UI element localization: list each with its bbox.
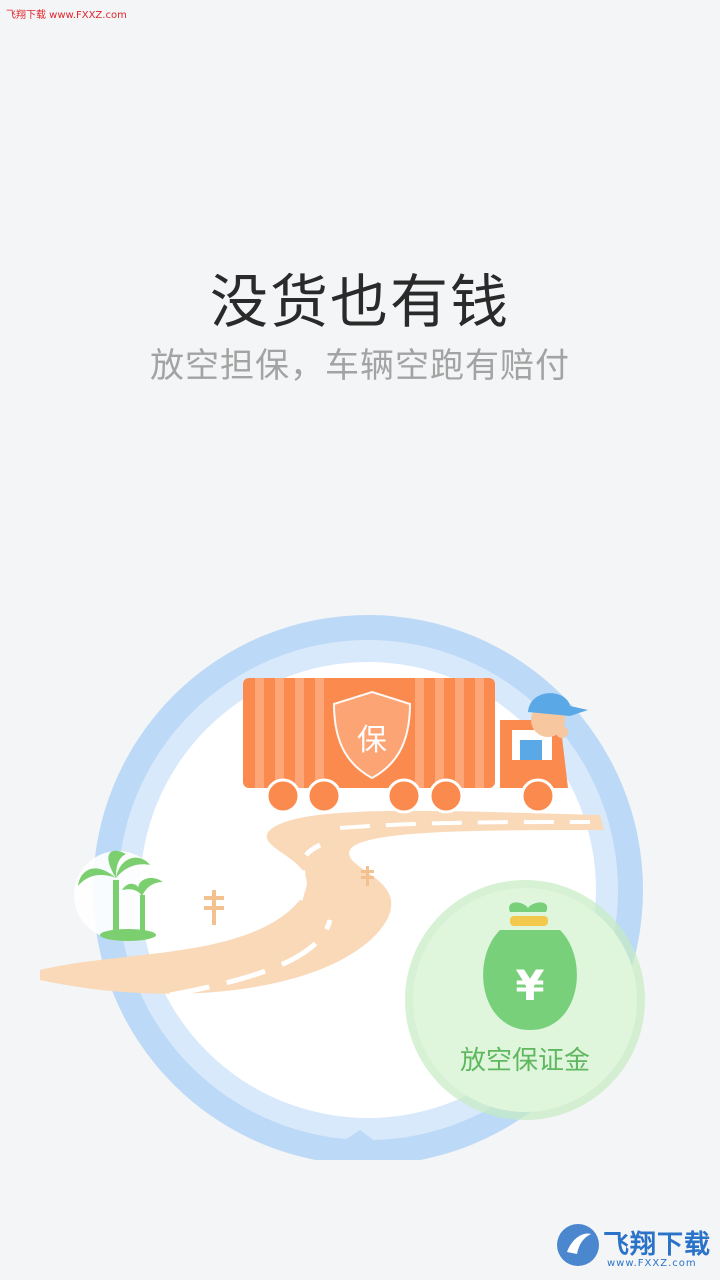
deposit-label: 放空保证金 [459, 1046, 590, 1076]
top-watermark: 飞翔下载 www.FXXZ.com [6, 10, 127, 21]
deposit-badge: ¥ [405, 880, 645, 1120]
shield-badge-text: 保 [357, 723, 387, 758]
page-title: 没货也有钱 [209, 268, 510, 336]
brand-url: www.FXXZ.com [607, 1258, 697, 1269]
bottom-watermark: 飞翔下载 www.FXXZ.com [555, 1222, 715, 1274]
page-subtitle: 放空担保，车辆空跑有赔付 [150, 346, 570, 386]
brand-name: 飞翔下载 [603, 1230, 712, 1260]
brand-logo-icon [557, 1224, 599, 1266]
truck-illustration: 保 [243, 678, 588, 814]
svg-text:¥: ¥ [515, 961, 544, 1010]
